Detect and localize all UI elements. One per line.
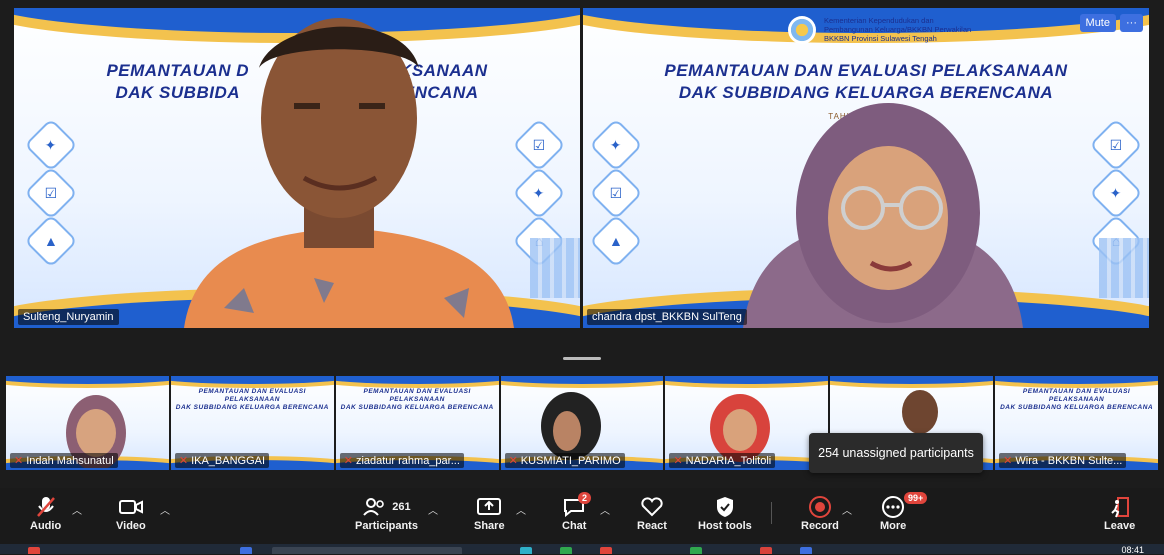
muted-mic-icon: ✕: [343, 455, 353, 467]
unassigned-participants-tooltip: 254 unassigned participants: [809, 433, 983, 473]
share-options-chevron-icon[interactable]: ︿: [516, 502, 526, 517]
share-button[interactable]: Share: [474, 494, 505, 532]
participant-name-label: Sulteng_Nuryamin: [18, 309, 119, 325]
participant-video-man: [184, 18, 514, 328]
audio-button[interactable]: Audio: [30, 494, 61, 532]
city-graphic: [1099, 238, 1149, 298]
chat-options-chevron-icon[interactable]: ︿: [600, 502, 610, 517]
audio-options-chevron-icon[interactable]: ︿: [72, 502, 82, 517]
thumbnail-tile[interactable]: ✕ Indah Mahsunatul: [6, 376, 169, 470]
record-options-chevron-icon[interactable]: ︿: [842, 502, 852, 517]
participant-name-label: chandra dpst_BKKBN SulTeng: [587, 309, 747, 325]
os-taskbar: [0, 544, 1164, 554]
participant-name-label: IKA_BANGGAI: [191, 455, 266, 467]
bkkbn-logo: Kementerian Kependudukan dan Pembangunan…: [788, 16, 974, 44]
participants-options-chevron-icon[interactable]: ︿: [428, 502, 438, 517]
participant-thumbnail-strip: ✕ Indah Mahsunatul PEMANTAUAN DAN EVALUAS…: [6, 376, 1159, 470]
taskbar-app-icon[interactable]: [800, 547, 812, 554]
record-icon: [808, 494, 832, 520]
gallery-resize-handle[interactable]: [563, 357, 601, 360]
host-tools-button[interactable]: Host tools: [698, 494, 752, 532]
meeting-toolbar: Audio ︿ Video ︿ 261 Participants ︿ Share…: [0, 488, 1164, 544]
participant-name-label: ziadatur rahma_par...: [355, 455, 460, 467]
thumbnail-tile[interactable]: PEMANTAUAN DAN EVALUASI PELAKSANAAN DAK S…: [995, 376, 1159, 470]
video-options-chevron-icon[interactable]: ︿: [160, 502, 170, 517]
video-button[interactable]: Video: [116, 494, 146, 532]
participant-video-woman: [743, 103, 1023, 328]
taskbar-app-icon[interactable]: [760, 547, 772, 554]
participants-count: 261: [392, 501, 411, 513]
taskbar-app-icon[interactable]: [600, 547, 612, 554]
taskbar-app-icon[interactable]: [28, 547, 40, 554]
heart-icon: [640, 494, 664, 520]
muted-mic-icon: ✕: [178, 455, 189, 467]
thumbnail-tile[interactable]: ✕ NADARIA_Tolitoli: [665, 376, 829, 470]
participant-name-label: KUSMIATI_PARIMO: [520, 455, 621, 467]
record-button[interactable]: Record: [801, 494, 839, 532]
shield-icon: [715, 494, 735, 520]
muted-mic-icon: ✕: [673, 455, 683, 467]
chat-unread-badge: 2: [578, 492, 592, 504]
slide-title: PEMANTAUAN DAN EVALUASI PELAKSANAAN DAK …: [664, 61, 1068, 102]
taskbar-app-icon[interactable]: [560, 547, 572, 554]
more-button[interactable]: More 99+: [880, 492, 928, 532]
video-tile-chandra[interactable]: Kementerian Kependudukan dan Pembangunan…: [583, 8, 1149, 328]
video-stage: PEMANTAUAN D KSANAAN DAK SUBBIDA RENCANA ✦…: [0, 0, 1164, 488]
leave-button[interactable]: Leave: [1104, 494, 1135, 532]
slide-icon-column: ✦ ☑ ▲: [589, 118, 643, 268]
chat-button[interactable]: Chat 2: [562, 492, 592, 532]
video-camera-icon: [118, 494, 143, 520]
muted-mic-icon: ✕: [1003, 455, 1013, 467]
more-dots-icon: [881, 494, 905, 520]
taskbar-search-box[interactable]: [272, 547, 462, 554]
more-notification-badge: 99+: [904, 492, 928, 504]
taskbar-app-icon[interactable]: [690, 547, 702, 554]
video-tile-sulteng-nuryamin[interactable]: PEMANTAUAN D KSANAAN DAK SUBBIDA RENCANA ✦…: [14, 8, 580, 328]
mute-participant-button[interactable]: Mute: [1079, 14, 1116, 32]
city-graphic: [530, 238, 580, 298]
taskbar-app-icon[interactable]: [240, 547, 252, 554]
leave-door-icon: [1109, 494, 1131, 520]
tile-more-button[interactable]: ···: [1120, 14, 1143, 32]
participant-name-label: Wira - BKKBN Sulte...: [1015, 455, 1123, 467]
muted-mic-icon: ✕: [508, 455, 518, 467]
taskbar-app-icon[interactable]: [520, 547, 532, 554]
thumbnail-tile[interactable]: ✕ KUSMIATI_PARIMO: [500, 376, 664, 470]
participants-button[interactable]: 261 Participants: [355, 494, 418, 532]
participants-icon: 261: [362, 494, 411, 520]
participant-name-label: Indah Mahsunatul: [26, 455, 114, 467]
thumbnail-tile[interactable]: PEMANTAUAN DAN EVALUASI PELAKSANAAN DAK S…: [335, 376, 499, 470]
muted-mic-icon: ✕: [14, 455, 24, 467]
share-screen-icon: [477, 494, 502, 520]
thumbnail-tile[interactable]: PEMANTAUAN DAN EVALUASI PELAKSANAAN DAK S…: [170, 376, 334, 470]
react-button[interactable]: React: [637, 494, 667, 532]
participant-name-label: NADARIA_Tolitoli: [685, 455, 772, 467]
muted-mic-icon: [36, 494, 56, 520]
slide-icon-column: ✦ ☑ ▲: [24, 118, 78, 268]
